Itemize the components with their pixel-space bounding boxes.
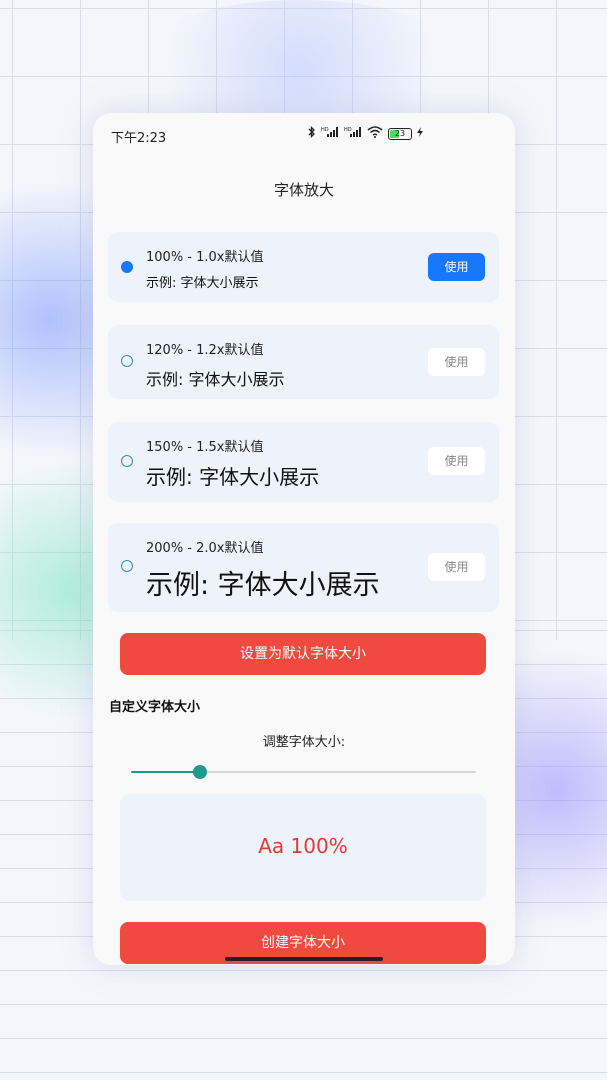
use-button[interactable]: 使用 — [428, 348, 485, 376]
radio-button[interactable] — [121, 261, 133, 273]
section-title: 自定义字体大小 — [109, 700, 201, 715]
slider-thumb[interactable] — [193, 765, 207, 779]
use-button[interactable]: 使用 — [428, 447, 485, 475]
option-label: 200% - 2.0x默认值 — [146, 541, 264, 556]
use-button[interactable]: 使用 — [428, 553, 485, 581]
slider-track-fill — [131, 771, 200, 773]
hd-signal-icon: HD — [321, 126, 339, 141]
radio-button[interactable] — [121, 560, 133, 572]
option-label: 150% - 1.5x默认值 — [146, 440, 264, 455]
bluetooth-icon — [308, 125, 316, 141]
font-size-slider[interactable] — [131, 765, 476, 779]
option-sample: 示例: 字体大小展示 — [146, 276, 259, 291]
radio-button[interactable] — [121, 355, 133, 367]
font-option-card[interactable]: 150% - 1.5x默认值 示例: 字体大小展示 使用 — [108, 422, 499, 502]
phone-screen: 下午2:23 HD HD 23 字体放大 100% - 1.0x默认值 示例: … — [93, 113, 515, 965]
preview-box: Aa 100% — [120, 794, 486, 901]
adjust-label: 调整字体大小: — [262, 735, 346, 750]
page-title: 字体放大 — [273, 181, 334, 199]
font-option-card[interactable]: 120% - 1.2x默认值 示例: 字体大小展示 使用 — [108, 325, 499, 399]
preview-text: Aa 100% — [258, 834, 348, 858]
charging-icon — [417, 127, 423, 140]
status-bar: 下午2:23 HD HD 23 — [93, 113, 515, 155]
set-default-button[interactable]: 设置为默认字体大小 — [120, 633, 486, 675]
home-indicator — [225, 957, 383, 961]
option-sample: 示例: 字体大小展示 — [146, 570, 380, 601]
status-icons: HD HD 23 — [308, 125, 423, 141]
battery-icon: 23 — [388, 127, 412, 140]
wifi-icon — [367, 126, 383, 141]
option-sample: 示例: 字体大小展示 — [146, 370, 285, 389]
hd-signal-icon: HD — [344, 126, 362, 141]
font-option-card[interactable]: 200% - 2.0x默认值 示例: 字体大小展示 使用 — [108, 523, 499, 612]
use-button[interactable]: 使用 — [428, 253, 485, 281]
svg-text:HD: HD — [321, 127, 329, 133]
svg-text:HD: HD — [344, 127, 352, 133]
status-time: 下午2:23 — [111, 131, 167, 146]
font-option-card[interactable]: 100% - 1.0x默认值 示例: 字体大小展示 使用 — [108, 232, 499, 302]
option-label: 120% - 1.2x默认值 — [146, 343, 264, 358]
radio-button[interactable] — [121, 455, 133, 467]
option-label: 100% - 1.0x默认值 — [146, 250, 264, 265]
option-sample: 示例: 字体大小展示 — [146, 465, 320, 489]
